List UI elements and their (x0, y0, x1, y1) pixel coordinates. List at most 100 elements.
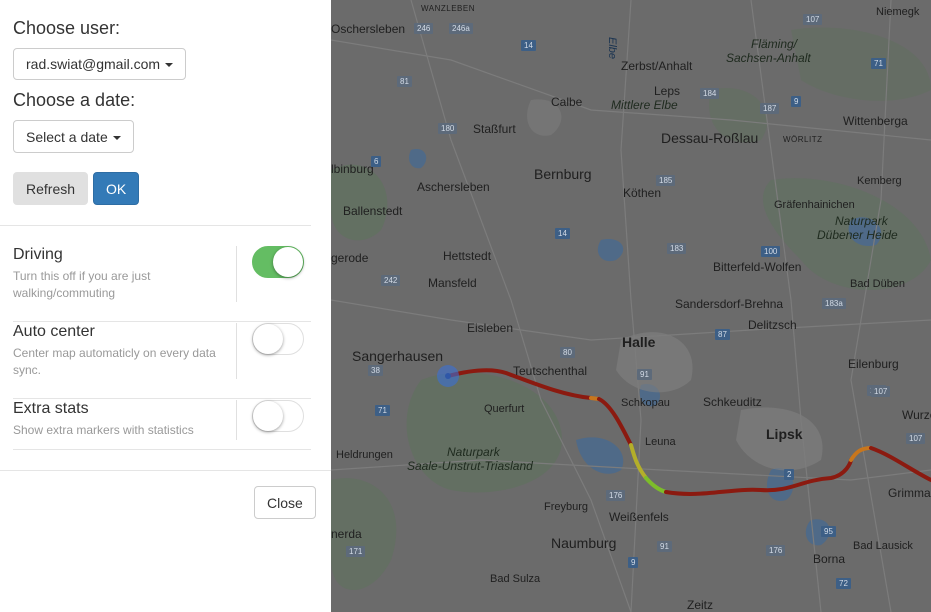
road-shield: 176 (606, 490, 626, 501)
route-segment (644, 476, 668, 494)
place-label: Eisleben (467, 321, 514, 335)
place-label: Gräfenhainichen (774, 199, 855, 211)
road-shield: 72 (836, 578, 851, 589)
refresh-button[interactable]: Refresh (13, 172, 89, 205)
road-shield: 6 (371, 156, 382, 167)
road-shield: 100 (761, 246, 781, 257)
road-shield: 183 (667, 243, 687, 254)
place-label: Bitterfeld-Wolfen (713, 260, 802, 274)
road-shield: 9 (628, 557, 639, 568)
extra-stats-toggle[interactable] (252, 400, 304, 432)
place-label: Staßfurt (473, 122, 516, 136)
road-shield: 180 (438, 123, 458, 134)
place-label: Fläming/ (751, 37, 798, 51)
user-dropdown-value: rad.swiat@gmail.com (26, 56, 161, 72)
toggle-knob (253, 401, 283, 431)
road-shield: 107 (906, 433, 926, 444)
date-dropdown[interactable]: Select a date (13, 120, 134, 153)
divider (0, 225, 311, 226)
road-shield: 171 (346, 546, 366, 557)
current-position-dot (445, 373, 451, 379)
divider (236, 246, 237, 302)
place-label: Schkeuditz (703, 395, 762, 409)
place-label: Naumburg (551, 535, 617, 551)
place-label: Freyburg (544, 501, 589, 513)
road-shield: 187 (760, 103, 780, 114)
place-label: Sachsen-Anhalt (726, 51, 811, 65)
setting-title: Driving (13, 246, 63, 263)
place-label: Sangerhausen (352, 348, 444, 364)
place-label: Teutschenthal (513, 364, 588, 378)
place-label: Oschersleben (331, 22, 406, 36)
chevron-down-icon (112, 136, 121, 141)
place-label: Niemegk (876, 6, 920, 18)
setting-row-extra-stats: Extra stats Show extra markers with stat… (13, 400, 311, 450)
river-label: Elbe (606, 36, 619, 60)
place-label: Bad Lausick (853, 540, 913, 552)
place-label: Wurze (902, 408, 931, 422)
road-shield: 95 (821, 526, 836, 537)
place-label: Bernburg (534, 166, 592, 182)
road-shield: 246 (414, 23, 434, 34)
toggle-knob (273, 247, 303, 277)
auto-center-toggle[interactable] (252, 323, 304, 355)
place-label: Bad Düben (850, 278, 906, 290)
place-label: Dübener Heide (817, 228, 898, 242)
control-panel: Choose user: rad.swiat@gmail.com Choose … (0, 0, 331, 612)
place-label: Schkopau (621, 397, 670, 409)
road-shield: 71 (871, 58, 886, 69)
chevron-down-icon (165, 63, 174, 68)
setting-title: Extra stats (13, 400, 89, 417)
driving-toggle[interactable] (252, 246, 304, 278)
divider (13, 398, 311, 399)
place-label: Calbe (551, 95, 583, 109)
place-label: Leps (654, 84, 681, 98)
user-dropdown[interactable]: rad.swiat@gmail.com (13, 48, 187, 80)
place-label: Sandersdorf-Brehna (675, 297, 784, 311)
place-label: Leuna (645, 436, 676, 448)
place-label: gerode (331, 251, 369, 265)
road-shield: 80 (560, 347, 575, 358)
toggle-knob (253, 324, 283, 354)
setting-title: Auto center (13, 323, 95, 340)
place-label: Halle (622, 334, 656, 350)
place-label: WANZLEBEN (421, 4, 475, 13)
place-label: Naturpark (447, 445, 500, 459)
place-label: Zeitz (687, 598, 714, 612)
place-label: Köthen (623, 186, 662, 200)
place-label: Mittlere Elbe (611, 98, 678, 112)
divider (236, 323, 237, 379)
road-shield: 246a (449, 23, 473, 34)
road-shield: 91 (657, 541, 672, 552)
place-label: Weißenfels (609, 510, 669, 524)
place-label: Dessau-Roßlau (661, 130, 759, 146)
place-label: Lipsk (766, 426, 803, 442)
place-label: Grimma (888, 486, 931, 500)
ok-button[interactable]: OK (93, 172, 140, 205)
footer-divider (0, 470, 331, 471)
road-shield: 176 (766, 545, 786, 556)
map-view[interactable]: Oschersleben WANZLEBEN Fläming/ Sachsen-… (331, 0, 931, 612)
place-label: Saale-Unstrut-Triasland (407, 459, 533, 473)
date-dropdown-value: Select a date (26, 129, 108, 145)
road-shield: 2 (784, 469, 795, 480)
road-shield: 87 (715, 329, 730, 340)
divider (13, 321, 311, 322)
place-label: Ballenstedt (343, 204, 403, 218)
place-label: Aschersleben (417, 180, 490, 194)
road-shield: 183a (822, 298, 846, 309)
close-button[interactable]: Close (254, 486, 316, 519)
road-shield: 14 (555, 228, 570, 239)
place-label: Heldrungen (336, 449, 393, 461)
road-shield: 14 (521, 40, 536, 51)
place-label: Zerbst/Anhalt (621, 59, 693, 73)
divider (236, 400, 237, 440)
place-label: Mansfeld (428, 276, 477, 290)
road-shield: 185 (656, 175, 676, 186)
place-label: lbinburg (331, 162, 374, 176)
place-label: Querfurt (484, 403, 525, 415)
route-segment (849, 446, 873, 462)
route-segment (869, 446, 931, 482)
choose-user-heading: Choose user: (13, 18, 121, 38)
place-label: Borna (813, 552, 846, 566)
